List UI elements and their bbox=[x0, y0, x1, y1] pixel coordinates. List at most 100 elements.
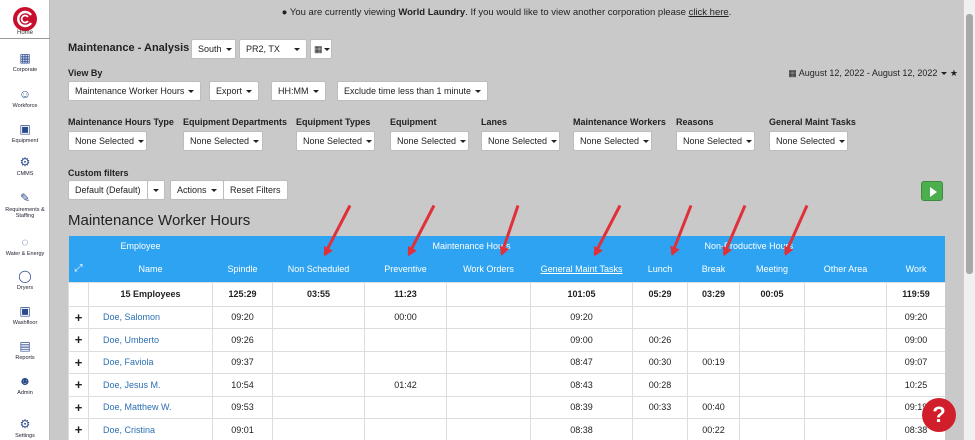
filter-select[interactable]: None Selected bbox=[183, 131, 263, 151]
cell-lunch: 00:33 bbox=[632, 395, 689, 419]
help-button[interactable]: ? bbox=[922, 398, 956, 432]
custom-filter-select[interactable]: Default (Default) bbox=[68, 180, 149, 200]
chevron-down-icon bbox=[253, 140, 260, 144]
sidebar-item-8[interactable]: ▤ Reports bbox=[0, 340, 50, 362]
chevron-down-icon bbox=[366, 140, 373, 144]
page-scrollbar[interactable] bbox=[963, 0, 975, 440]
filter-label: Reasons bbox=[676, 117, 714, 127]
employee-name-link[interactable]: Doe, Cristina bbox=[88, 418, 213, 440]
expand-row-icon[interactable]: + bbox=[68, 350, 89, 374]
filter-label: Maintenance Workers bbox=[573, 117, 666, 127]
filter-select[interactable]: None Selected bbox=[769, 131, 848, 151]
region-select[interactable]: South bbox=[191, 39, 236, 59]
column-header-work: Work bbox=[886, 256, 945, 282]
expand-row-icon[interactable]: + bbox=[68, 373, 89, 397]
cell-work: 09:20 bbox=[886, 305, 945, 329]
column-header-meeting: Meeting bbox=[739, 256, 805, 282]
cell-other-area bbox=[804, 373, 888, 397]
expand-row-icon[interactable]: + bbox=[68, 305, 89, 329]
run-report-button[interactable] bbox=[921, 181, 943, 201]
expand-row-icon[interactable]: + bbox=[68, 395, 89, 419]
sidebar-item-home[interactable]: Home bbox=[0, 30, 50, 39]
company-logo[interactable] bbox=[12, 6, 38, 32]
cell-work-orders bbox=[446, 350, 531, 374]
export-button[interactable]: Export bbox=[209, 81, 260, 101]
equipment-icon: ▣ bbox=[19, 122, 31, 136]
location-select[interactable]: PR2, TX bbox=[239, 39, 307, 59]
sidebar-item-3[interactable]: ⚙ CMMS bbox=[0, 156, 50, 178]
sidebar-item-7[interactable]: ▣ Washfloor bbox=[0, 305, 50, 327]
time-format-select[interactable]: HH:MM bbox=[271, 81, 326, 101]
chevron-down-icon bbox=[746, 140, 753, 144]
chevron-down-icon bbox=[246, 90, 253, 94]
sidebar-item-1[interactable]: ☺ Workforce bbox=[0, 88, 50, 110]
column-header-other-area: Other Area bbox=[804, 256, 887, 282]
sidebar-item-label: Washfloor bbox=[12, 320, 38, 326]
sidebar-item-9[interactable]: ☻ Admin bbox=[0, 375, 50, 397]
chevron-down-icon bbox=[551, 140, 558, 144]
view-mode-value: Maintenance Worker Hours bbox=[75, 86, 185, 96]
sidebar-item-label: Admin bbox=[17, 390, 33, 396]
expand-row-icon[interactable]: + bbox=[68, 328, 89, 352]
scrollbar-thumb[interactable] bbox=[966, 14, 973, 274]
employee-name-link[interactable]: Doe, Faviola bbox=[88, 350, 213, 374]
total-cell-other-area bbox=[804, 281, 888, 307]
totals-label: 15 Employees bbox=[88, 281, 213, 307]
filter-select[interactable]: None Selected bbox=[390, 131, 469, 151]
change-corporation-link[interactable]: click here bbox=[689, 7, 729, 18]
star-icon[interactable]: ★ bbox=[950, 68, 958, 78]
cell-preventive bbox=[364, 418, 447, 440]
cell-work-orders bbox=[446, 395, 531, 419]
info-icon: ● bbox=[281, 7, 288, 18]
cell-non-scheduled bbox=[272, 350, 365, 374]
filter-value: None Selected bbox=[190, 136, 250, 146]
employee-name-link[interactable]: Doe, Umberto bbox=[88, 328, 213, 352]
filter-select[interactable]: None Selected bbox=[68, 131, 147, 151]
employee-name-link[interactable]: Doe, Jesus M. bbox=[88, 373, 213, 397]
filter-label: Equipment Types bbox=[296, 117, 371, 127]
view-by-label: View By bbox=[68, 68, 103, 78]
sidebar-item-2[interactable]: ▣ Equipment bbox=[0, 122, 50, 145]
view-mode-select[interactable]: Maintenance Worker Hours bbox=[68, 81, 202, 101]
cell-preventive bbox=[364, 395, 447, 419]
sidebar-item-5[interactable]: ◌ Water & Energy bbox=[0, 236, 50, 258]
total-cell-spindle: 125:29 bbox=[212, 281, 273, 307]
custom-filter-dropdown[interactable] bbox=[147, 180, 165, 200]
cell-spindle: 09:37 bbox=[212, 350, 273, 374]
filter-select[interactable]: None Selected bbox=[573, 131, 652, 151]
cell-general-maint-tasks: 08:47 bbox=[529, 350, 634, 374]
column-header-name: Name bbox=[88, 256, 213, 282]
layout-toggle-button[interactable]: ▦ bbox=[310, 39, 332, 59]
chevron-down-icon bbox=[138, 140, 145, 144]
notice-prefix: You are currently viewing bbox=[289, 7, 396, 18]
filter-select[interactable]: None Selected bbox=[481, 131, 560, 151]
chevron-down-icon bbox=[153, 189, 159, 193]
filter-select[interactable]: None Selected bbox=[676, 131, 755, 151]
sidebar-item-6[interactable]: ◯ Dryers bbox=[0, 270, 50, 292]
sidebar-item-0[interactable]: ▦ Corporate bbox=[0, 52, 50, 74]
employee-name-link[interactable]: Doe, Salomon bbox=[88, 305, 213, 329]
employee-name-link[interactable]: Doe, Matthew W. bbox=[88, 395, 213, 419]
actions-button[interactable]: Actions bbox=[170, 180, 224, 200]
custom-filters-label: Custom filters bbox=[68, 168, 129, 178]
sidebar-item-10[interactable]: ⚙ Settings bbox=[0, 418, 50, 440]
sidebar-item-4[interactable]: ✎ Requirements & Staffing bbox=[0, 192, 50, 220]
filter-value: None Selected bbox=[488, 136, 548, 146]
expand-all-icon[interactable]: ⤢ bbox=[68, 256, 89, 282]
reset-filters-button[interactable]: Reset Filters bbox=[223, 180, 288, 200]
exclude-time-select[interactable]: Exclude time less than 1 minute bbox=[337, 81, 489, 101]
expand-row-icon[interactable]: + bbox=[68, 418, 89, 440]
cell-general-maint-tasks: 09:00 bbox=[529, 328, 634, 352]
sidebar-item-label: Reports bbox=[15, 355, 35, 361]
cell-lunch bbox=[632, 418, 689, 440]
cell-spindle: 09:20 bbox=[212, 305, 273, 329]
time-format-value: HH:MM bbox=[278, 86, 309, 96]
date-range-picker[interactable]: ▦ August 12, 2022 - August 12, 2022 ★ bbox=[788, 68, 958, 79]
main-content: ● You are currently viewing World Laundr… bbox=[51, 0, 962, 440]
filter-select[interactable]: None Selected bbox=[296, 131, 375, 151]
cell-other-area bbox=[804, 328, 888, 352]
sidebar-item-label: Equipment bbox=[11, 138, 39, 144]
sidebar-item-label: Water & Energy bbox=[5, 251, 45, 257]
column-header-general-maint-tasks[interactable]: General Maint Tasks bbox=[530, 256, 633, 282]
filter-value: None Selected bbox=[397, 136, 457, 146]
